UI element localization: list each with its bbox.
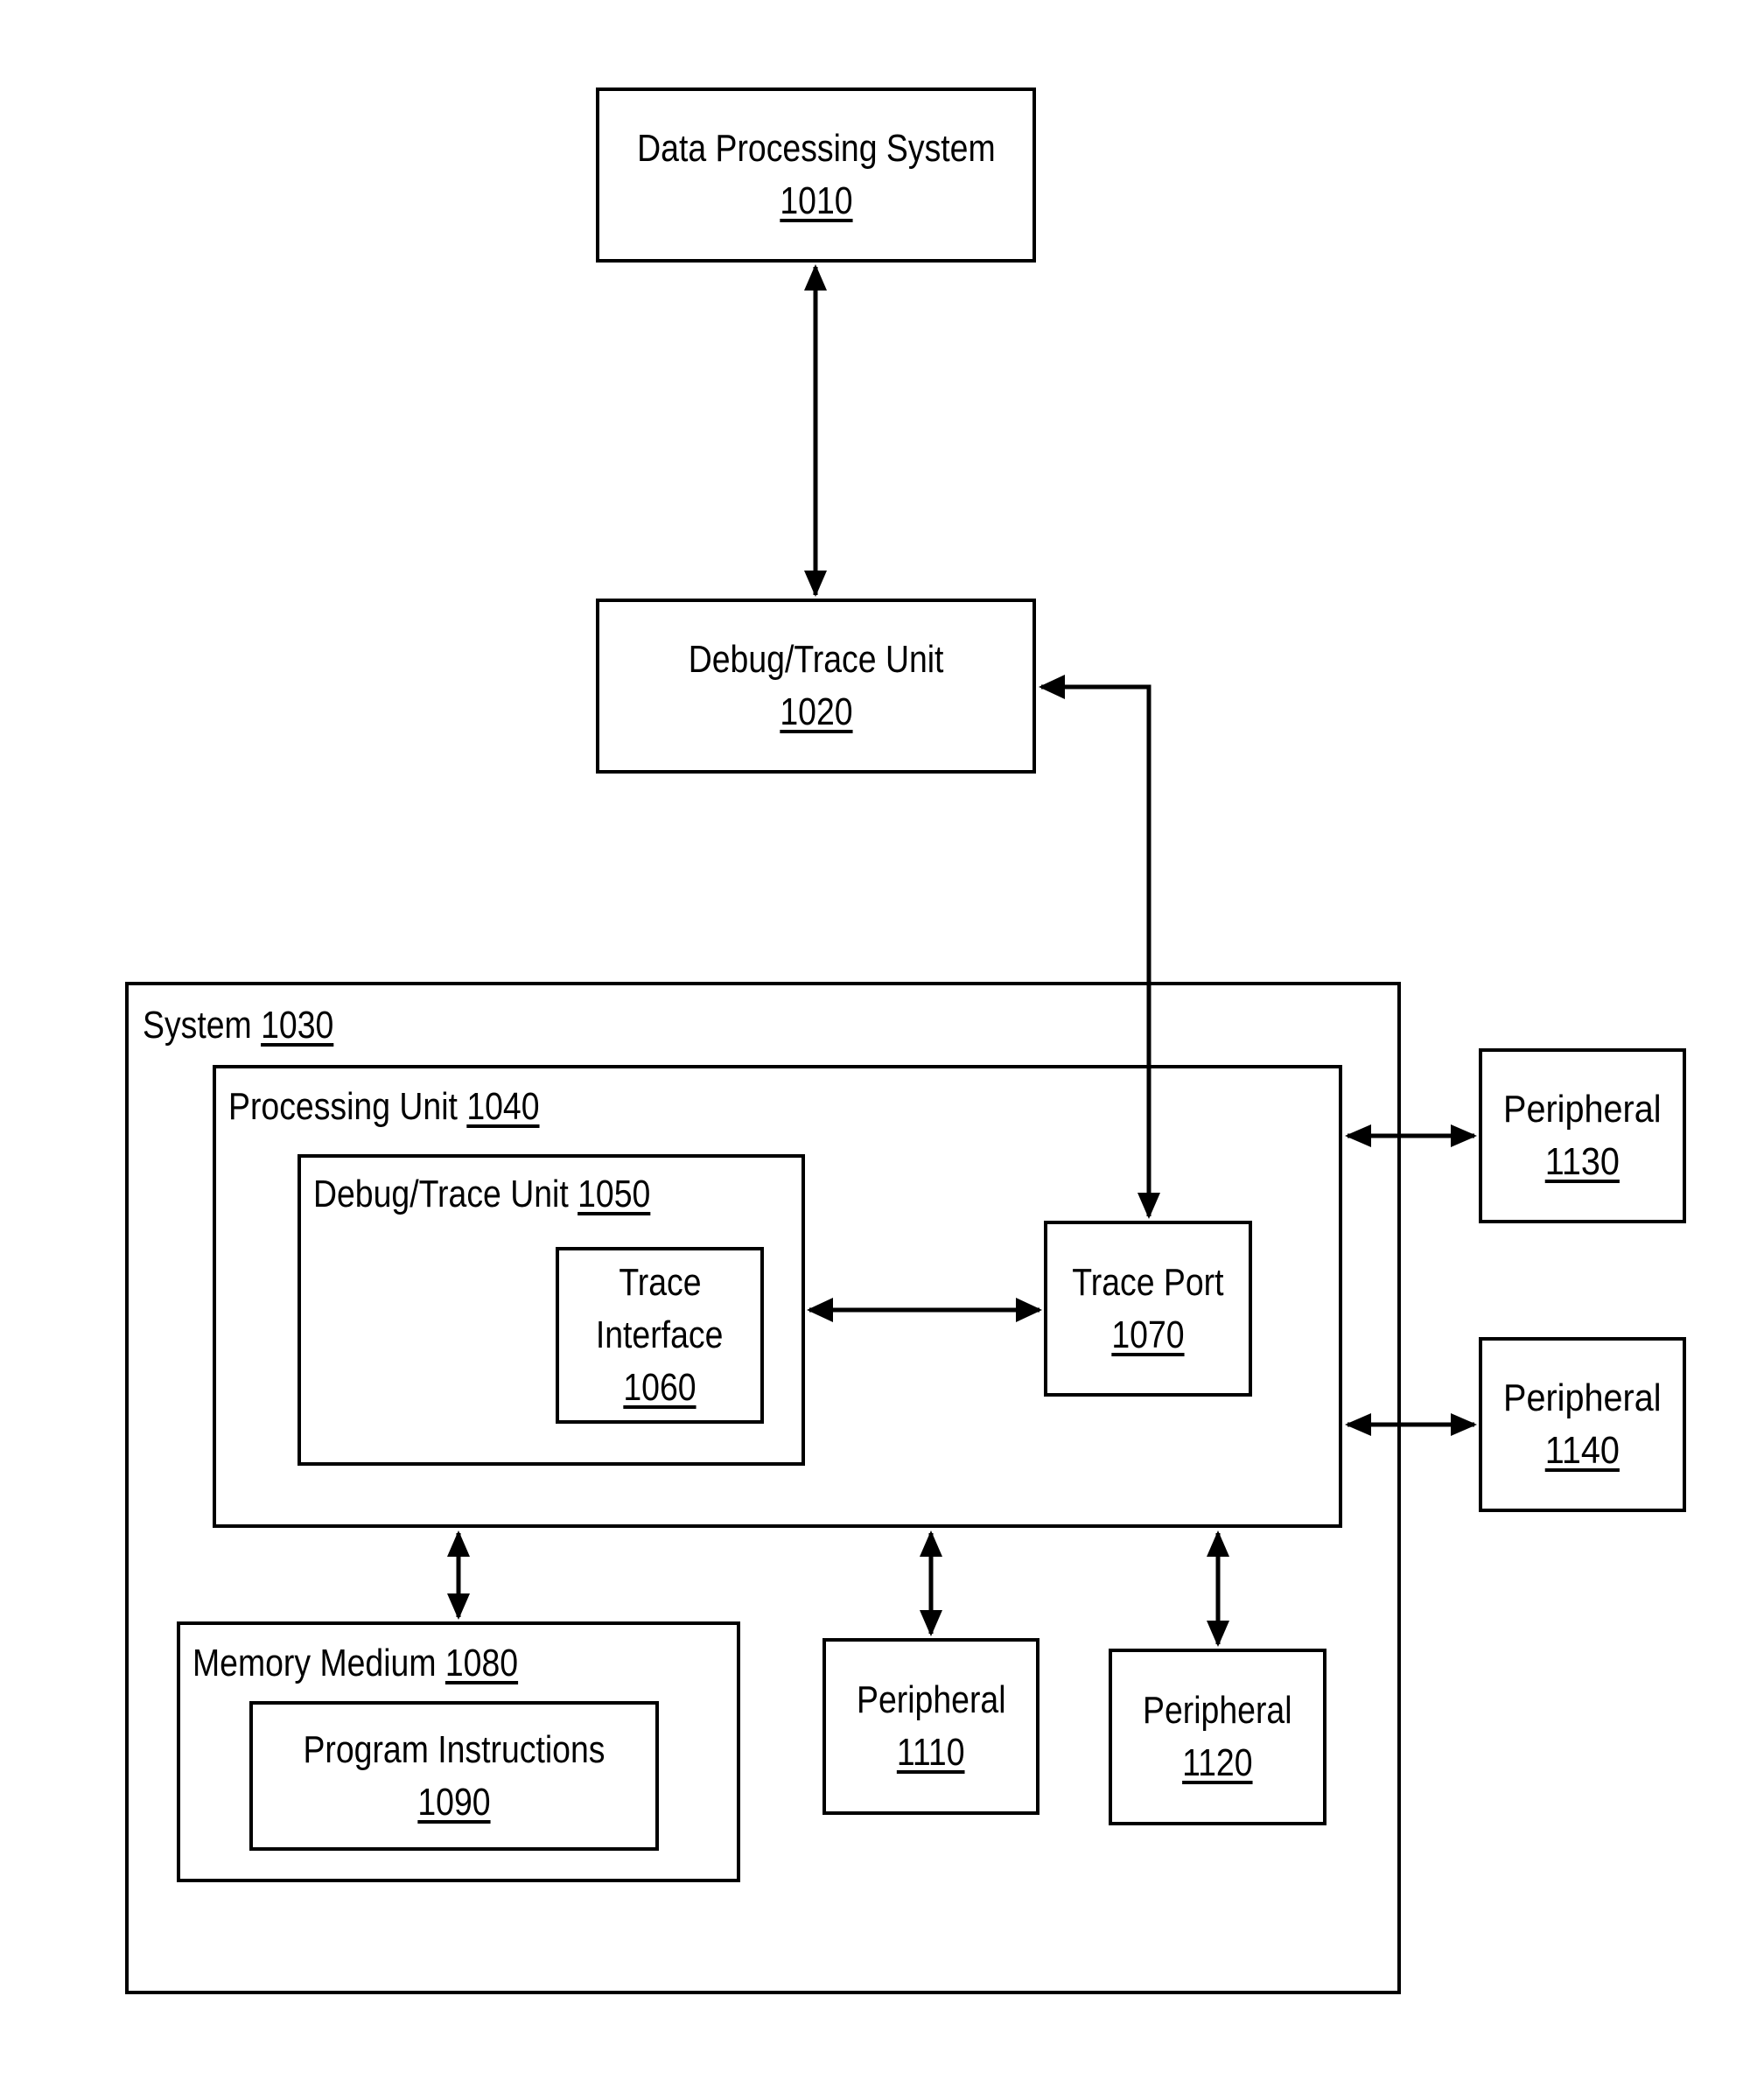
- peripheral-1130-box: Peripheral 1130: [1479, 1048, 1686, 1223]
- processing-unit-ref: 1040: [466, 1085, 540, 1128]
- external-debug-trace-unit-box: Debug/Trace Unit 1020: [596, 599, 1036, 774]
- peripheral-1110-box: Peripheral 1110: [822, 1638, 1040, 1815]
- processing-unit-label: Processing Unit: [228, 1085, 458, 1128]
- program-instructions-ref: 1090: [417, 1780, 491, 1824]
- peripheral-1120-label: Peripheral: [1143, 1689, 1292, 1732]
- peripheral-1110-label: Peripheral: [856, 1678, 1006, 1721]
- memory-medium-label: Memory Medium: [192, 1642, 437, 1684]
- arrowhead-up-1010: [804, 264, 827, 291]
- arrowhead-down-1020: [804, 571, 827, 597]
- peripheral-1140-label: Peripheral: [1503, 1376, 1662, 1419]
- peripheral-1140-box: Peripheral 1140: [1479, 1337, 1686, 1512]
- system-label: System: [143, 1004, 252, 1047]
- memory-medium-title: Memory Medium 1080: [192, 1639, 518, 1688]
- peripheral-1110-ref: 1110: [897, 1731, 965, 1774]
- peripheral-1130-ref: 1130: [1544, 1140, 1620, 1183]
- trace-interface-ref: 1060: [623, 1366, 696, 1409]
- program-instructions-label: Program Instructions: [303, 1727, 606, 1771]
- internal-debug-trace-unit-ref: 1050: [578, 1173, 651, 1215]
- external-debug-trace-unit-label: Debug/Trace Unit: [688, 638, 944, 681]
- arrowhead-right-1130: [1451, 1124, 1477, 1147]
- trace-interface-box: Trace Interface 1060: [556, 1247, 764, 1424]
- data-processing-system-label: Data Processing System: [636, 127, 996, 170]
- program-instructions-box: Program Instructions 1090: [249, 1701, 659, 1851]
- internal-debug-trace-unit-label: Debug/Trace Unit: [313, 1173, 569, 1215]
- processing-unit-title: Processing Unit 1040: [228, 1082, 540, 1131]
- arrowhead-left-1020: [1039, 675, 1065, 699]
- system-title: System 1030: [143, 1001, 333, 1050]
- external-debug-trace-unit-ref: 1020: [779, 690, 853, 733]
- trace-port-ref: 1070: [1111, 1313, 1185, 1356]
- trace-port-label: Trace Port: [1072, 1260, 1224, 1304]
- data-processing-system-box: Data Processing System 1010: [596, 88, 1036, 263]
- peripheral-1120-ref: 1120: [1182, 1741, 1253, 1784]
- peripheral-1130-label: Peripheral: [1503, 1088, 1662, 1131]
- trace-port-box: Trace Port 1070: [1044, 1221, 1252, 1397]
- peripheral-1120-box: Peripheral 1120: [1109, 1649, 1326, 1825]
- trace-interface-label-line2: Interface: [596, 1313, 724, 1356]
- data-processing-system-ref: 1010: [779, 179, 853, 222]
- internal-debug-trace-unit-title: Debug/Trace Unit 1050: [313, 1170, 650, 1219]
- arrowhead-right-1140: [1451, 1413, 1477, 1436]
- peripheral-1140-ref: 1140: [1544, 1429, 1620, 1472]
- system-ref: 1030: [261, 1004, 334, 1047]
- trace-interface-label-line1: Trace: [618, 1261, 702, 1304]
- memory-medium-ref: 1080: [444, 1642, 519, 1684]
